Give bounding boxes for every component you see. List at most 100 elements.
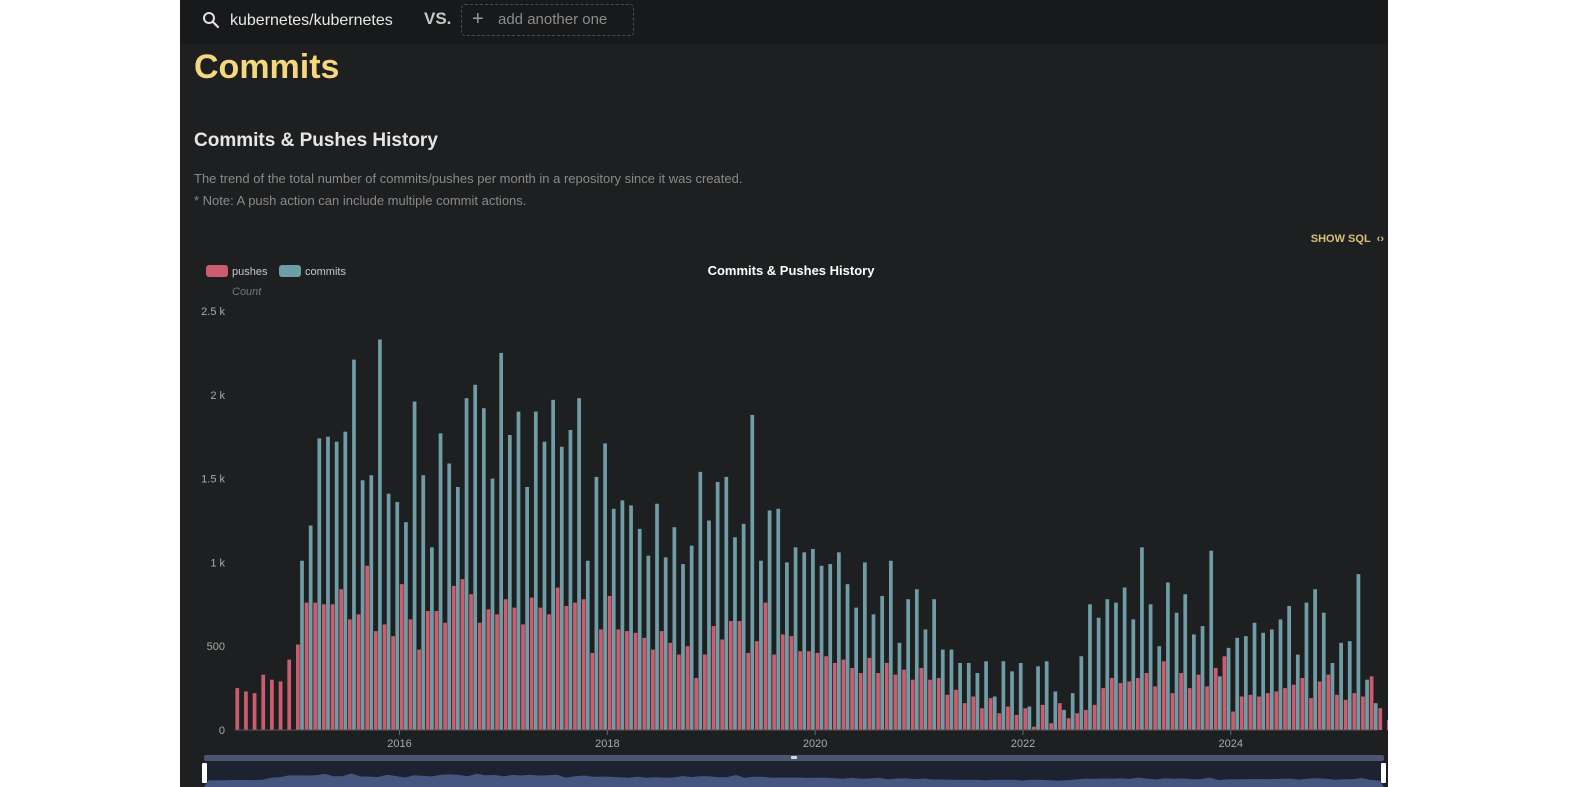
bar-pushes xyxy=(321,604,326,730)
bar-pushes xyxy=(573,602,577,730)
bar-commits xyxy=(819,565,824,730)
bar-commits xyxy=(1105,599,1110,730)
bar-pushes xyxy=(425,611,430,730)
bar-commits xyxy=(1356,574,1361,730)
bar-commits xyxy=(1131,619,1136,730)
bar-commits xyxy=(326,436,330,730)
bar-commits xyxy=(1226,647,1231,730)
bar-commits xyxy=(862,562,867,730)
bar-commits xyxy=(655,503,659,730)
bar-commits xyxy=(1001,661,1006,730)
bar-commits xyxy=(724,476,729,730)
bar-commits xyxy=(1218,676,1222,730)
bar-commits xyxy=(1278,619,1283,730)
bar-pushes xyxy=(832,662,837,730)
commits-pushes-chart: Commits & Pushes History pushes commits Cou… xyxy=(201,263,1388,787)
bar-commits xyxy=(940,649,945,730)
bar-pushes xyxy=(1196,674,1201,730)
zoom-drag-grip xyxy=(791,756,797,759)
legend-swatch-commits xyxy=(279,265,301,277)
bar-pushes xyxy=(555,587,560,730)
bar-commits xyxy=(334,441,339,730)
bar-pushes xyxy=(728,621,733,730)
bar-pushes xyxy=(867,657,872,730)
bar-pushes xyxy=(746,652,751,730)
bar-pushes xyxy=(261,674,266,730)
bar-pushes xyxy=(928,679,932,730)
bar-commits xyxy=(828,564,833,730)
bar-commits xyxy=(473,384,478,730)
bar-commits xyxy=(949,649,954,730)
bar-pushes xyxy=(1369,676,1374,730)
bar-pushes xyxy=(1205,686,1209,730)
plus-icon: + xyxy=(472,8,484,30)
x-tick-label: 2016 xyxy=(387,738,411,750)
bar-pushes xyxy=(451,585,456,730)
code-icon: ‹› xyxy=(1376,233,1384,245)
page-title: Commits xyxy=(194,48,340,86)
bar-pushes xyxy=(529,597,534,730)
bar-commits xyxy=(785,562,789,730)
bar-pushes xyxy=(313,602,318,730)
bar-pushes xyxy=(417,649,421,730)
bar-pushes xyxy=(607,595,612,730)
bar-pushes xyxy=(1378,708,1383,730)
bar-commits xyxy=(1252,622,1257,730)
bar-commits xyxy=(308,525,313,730)
y-tick-label: 2.5 k xyxy=(201,306,225,318)
bar-pushes xyxy=(945,694,950,730)
bar-commits xyxy=(1209,550,1214,730)
bar-commits xyxy=(1321,612,1326,730)
bar-pushes xyxy=(1343,699,1348,730)
bar-pushes xyxy=(824,656,828,730)
bar-commits xyxy=(1200,626,1205,730)
bar-pushes xyxy=(347,619,352,730)
section-note: * Note: A push action can include multip… xyxy=(194,193,527,208)
show-sql-button[interactable]: SHOW SQL ‹› xyxy=(1311,233,1384,245)
bar-commits xyxy=(1183,594,1188,730)
bar-pushes xyxy=(789,636,794,730)
bar-commits xyxy=(378,339,382,730)
bar-commits xyxy=(637,528,642,730)
bar-pushes xyxy=(547,614,551,730)
bar-pushes xyxy=(244,691,248,730)
bar-commits xyxy=(1295,654,1300,730)
bar-pushes xyxy=(460,579,465,730)
bar-pushes xyxy=(1014,714,1019,730)
repo-search-input[interactable]: kubernetes/kubernetes xyxy=(230,10,393,32)
x-tick-label: 2024 xyxy=(1219,738,1243,750)
bar-commits xyxy=(750,414,755,730)
bar-commits xyxy=(1036,666,1040,730)
bar-commits xyxy=(369,475,374,730)
bar-pushes xyxy=(486,609,491,730)
bar-pushes xyxy=(495,614,499,730)
bar-pushes xyxy=(1291,684,1296,730)
bar-pushes xyxy=(356,614,361,730)
bar-pushes xyxy=(1170,693,1175,730)
bar-pushes xyxy=(1361,696,1365,730)
bar-commits xyxy=(776,508,781,730)
add-repo-button[interactable]: + add another one xyxy=(461,4,634,36)
bar-commits xyxy=(317,438,322,730)
bar-pushes xyxy=(876,673,880,730)
bar-commits xyxy=(516,411,521,730)
show-sql-label: SHOW SQL xyxy=(1310,233,1371,245)
y-axis-label: Count xyxy=(232,286,262,298)
y-tick-label: 500 xyxy=(207,641,225,653)
bar-pushes xyxy=(399,584,404,730)
bar-pushes xyxy=(1257,696,1261,730)
bar-commits xyxy=(1079,656,1084,730)
y-tick-label: 1 k xyxy=(210,557,225,569)
bar-commits xyxy=(681,564,685,730)
bar-commits xyxy=(525,486,530,730)
section-title: Commits & Pushes History xyxy=(194,130,438,151)
bar-commits xyxy=(490,478,495,730)
bar-commits xyxy=(533,411,538,730)
bar-pushes xyxy=(919,667,924,730)
bar-pushes xyxy=(677,654,681,730)
x-tick-label: 2022 xyxy=(1011,738,1035,750)
bar-commits xyxy=(1114,602,1118,730)
bar-pushes xyxy=(304,602,309,730)
bar-pushes xyxy=(884,662,889,730)
bar-pushes xyxy=(1283,688,1287,730)
